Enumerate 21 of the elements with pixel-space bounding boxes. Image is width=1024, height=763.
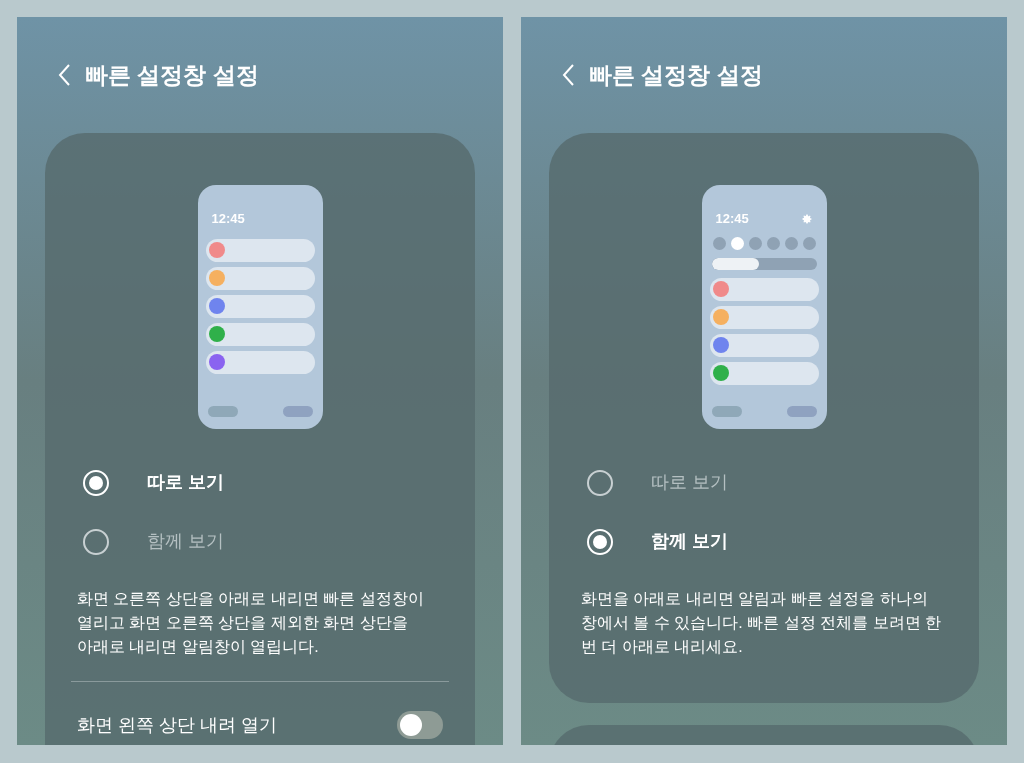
toggle-switch[interactable] bbox=[397, 711, 443, 739]
preview-pill bbox=[786, 406, 817, 417]
clock-text: 12:45 bbox=[715, 210, 749, 228]
option-label[interactable]: 함께 보기 bbox=[147, 528, 224, 555]
clock-text: 12:45 bbox=[211, 210, 245, 228]
gear-icon bbox=[800, 212, 813, 225]
page-title: 빠른 설정창 설정 bbox=[85, 60, 259, 90]
radio-button[interactable] bbox=[587, 469, 613, 496]
option-label[interactable]: 따로 보기 bbox=[147, 469, 224, 496]
back-icon[interactable] bbox=[561, 63, 575, 87]
preview-pill bbox=[711, 406, 742, 417]
option-label[interactable]: 함께 보기 bbox=[651, 528, 728, 555]
radio-button[interactable] bbox=[83, 528, 109, 555]
page-title: 빠른 설정창 설정 bbox=[589, 60, 763, 90]
preview-pill bbox=[282, 406, 313, 417]
back-icon[interactable] bbox=[57, 63, 71, 87]
description-text: 화면을 아래로 내리면 알림과 빠른 설정을 하나의 창에서 볼 수 있습니다. 빠른 설정 전체를 보려면 한 번 더 아래로 내리세요. bbox=[581, 589, 942, 657]
preview-pill bbox=[207, 406, 238, 417]
option-label[interactable]: 따로 보기 bbox=[651, 469, 728, 496]
description-text: 화면 오른쪽 상단을 아래로 내리면 빠른 설정창이 열리고 화면 오른쪽 상단을 제외한 화면 상단을 아래로 내리면 알림창이 열립니다. bbox=[77, 589, 425, 657]
toggle-label: 화면 왼쪽 상단 내려 열기 bbox=[77, 713, 277, 737]
